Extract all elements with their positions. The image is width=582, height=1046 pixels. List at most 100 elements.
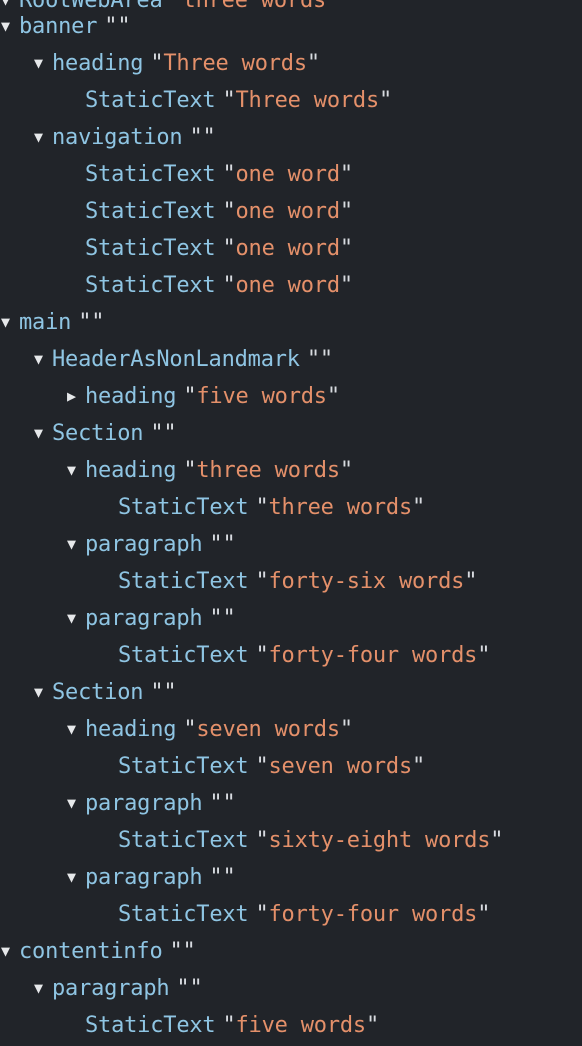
twisty-spacer: ▼ [100,822,118,859]
close-quote: " [339,273,353,298]
triangle-down-icon[interactable]: ▼ [34,415,52,452]
open-quote: " [150,680,164,705]
open-quote: " [150,421,164,446]
open-quote: " [183,717,197,742]
tree-row[interactable]: ▼ paragraph "" [0,600,582,637]
close-quote: " [326,384,340,409]
triangle-down-icon[interactable]: ▼ [67,600,85,637]
node-role: StaticText [118,643,249,668]
node-value: forty-four words [268,643,478,668]
triangle-down-icon[interactable]: ▼ [1,933,19,970]
node-role: paragraph [85,865,203,890]
tree-row[interactable]: ▼StaticText"one word" [0,193,582,230]
close-quote: " [202,125,216,150]
triangle-down-icon[interactable]: ▼ [67,711,85,748]
tree-row[interactable]: ▼ contentinfo "" [0,933,582,970]
triangle-down-icon[interactable]: ▼ [1,304,19,341]
tree-row[interactable]: ▼RootWebArea"three words" [0,0,582,8]
node-role: StaticText [85,162,216,187]
tree-row[interactable]: ▼ heading "seven words" [0,711,582,748]
triangle-right-icon[interactable]: ▶ [67,378,85,415]
tree-row[interactable]: ▼StaticText"seven words" [0,748,582,785]
triangle-down-icon[interactable]: ▼ [34,674,52,711]
triangle-down-icon[interactable]: ▼ [67,452,85,489]
node-role: StaticText [118,754,249,779]
triangle-down-icon[interactable]: ▼ [34,341,52,378]
close-quote: " [490,828,504,853]
tree-row[interactable]: ▼StaticText"forty-six words" [0,563,582,600]
node-role: heading [85,384,177,409]
close-quote: " [365,1013,379,1038]
node-value: Three words [163,51,307,76]
tree-row[interactable]: ▼ heading "Three words" [0,45,582,82]
close-quote: " [222,606,236,631]
open-quote: " [222,162,236,187]
twisty-spacer: ▼ [67,1007,85,1044]
tree-row[interactable]: ▼ paragraph "" [0,526,582,563]
triangle-down-icon[interactable]: ▼ [67,526,85,563]
node-value: five words [235,1013,367,1038]
node-role: heading [52,51,144,76]
twisty-spacer: ▼ [100,563,118,600]
open-quote: " [209,791,223,816]
triangle-down-icon[interactable]: ▼ [34,45,52,82]
triangle-down-icon[interactable]: ▼ [34,970,52,1007]
tree-row[interactable]: ▼StaticText"one word" [0,267,582,304]
open-quote: " [150,51,164,76]
node-role: StaticText [118,902,249,927]
close-quote: " [222,865,236,890]
tree-row[interactable]: ▼ Section "" [0,674,582,711]
tree-row[interactable]: ▼StaticText"five words" [0,1007,582,1044]
open-quote: " [176,976,190,1001]
node-role: Section [52,680,144,705]
tree-row[interactable]: ▼ paragraph "" [0,785,582,822]
tree-row[interactable]: ▼StaticText"forty-four words" [0,896,582,933]
triangle-down-icon[interactable]: ▼ [1,8,19,45]
tree-row[interactable]: ▼ paragraph "" [0,859,582,896]
node-role: banner [19,14,98,39]
node-role: RootWebArea [19,0,163,8]
tree-row[interactable]: ▼ paragraph "" [0,970,582,1007]
tree-row[interactable]: ▼StaticText"three words" [0,489,582,526]
close-quote: " [319,347,333,372]
node-value: one word [235,236,341,261]
open-quote: " [78,310,92,335]
open-quote: " [170,0,183,8]
node-role: main [19,310,72,335]
tree-row[interactable]: ▼StaticText"Three words" [0,82,582,119]
tree-row[interactable]: ▼ navigation "" [0,119,582,156]
open-quote: " [222,273,236,298]
close-quote: " [379,88,393,113]
node-role: paragraph [85,791,203,816]
triangle-down-icon[interactable]: ▼ [34,119,52,156]
close-quote: " [339,236,353,261]
twisty-spacer: ▼ [67,193,85,230]
tree-row[interactable]: ▼StaticText"forty-four words" [0,637,582,674]
triangle-down-icon[interactable]: ▼ [67,859,85,896]
tree-row[interactable]: ▼StaticText"one word" [0,156,582,193]
twisty-spacer: ▼ [67,82,85,119]
triangle-down-icon[interactable]: ▼ [67,785,85,822]
tree-row[interactable]: ▼ HeaderAsNonLandmark "" [0,341,582,378]
node-role: paragraph [52,976,170,1001]
open-quote: " [255,828,269,853]
tree-row[interactable]: ▼StaticText"sixty-eight words" [0,822,582,859]
tree-row[interactable]: ▶ heading "five words" [0,378,582,415]
node-role: paragraph [85,606,203,631]
close-quote: " [339,199,353,224]
close-quote: " [91,310,105,335]
tree-row[interactable]: ▼ main "" [0,304,582,341]
node-role: contentinfo [19,939,163,964]
node-role: StaticText [85,199,216,224]
node-role: navigation [52,125,183,150]
close-quote: " [477,643,491,668]
node-value: five words [196,384,327,409]
close-quote: " [163,421,177,446]
tree-row[interactable]: ▼ heading "three words" [0,452,582,489]
node-role: paragraph [85,532,203,557]
close-quote: " [412,495,426,520]
accessibility-tree: ▼RootWebArea"three words"▼banner""▼headi… [0,0,582,1046]
tree-row[interactable]: ▼ Section "" [0,415,582,452]
tree-row[interactable]: ▼ banner "" [0,8,582,45]
tree-row[interactable]: ▼StaticText"one word" [0,230,582,267]
